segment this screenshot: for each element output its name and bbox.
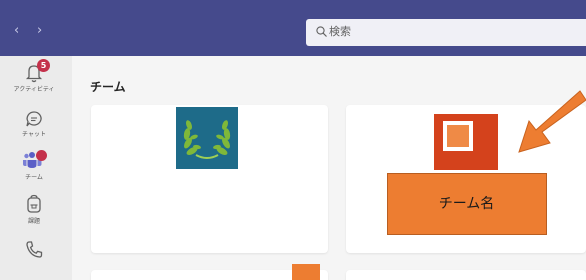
search-input[interactable]: 検索 xyxy=(306,19,586,46)
rail-label-assignments: 課題 xyxy=(27,218,40,225)
app-rail: 5 アクティビティ チャット チーム 課題 xyxy=(0,56,72,280)
team-avatar xyxy=(176,107,238,169)
search-placeholder: 検索 xyxy=(329,25,351,38)
rail-label-activity: アクティビティ xyxy=(13,86,55,93)
team-icon-square xyxy=(443,121,473,151)
team-name-callout: チーム名 xyxy=(387,173,547,235)
pointer-arrow-icon xyxy=(518,90,586,153)
arrow-stub xyxy=(292,264,320,280)
team-icon-highlight xyxy=(434,114,498,170)
phone-icon xyxy=(26,241,43,258)
title-bar: ‹ › 検索 xyxy=(0,0,586,56)
activity-badge: 5 xyxy=(37,59,50,72)
rail-item-activity[interactable]: 5 アクティビティ xyxy=(0,58,72,98)
callout-label: チーム名 xyxy=(438,196,495,212)
rail-label-teams: チーム xyxy=(25,174,43,181)
page-title: チーム xyxy=(90,80,126,94)
rail-item-assignments[interactable]: 課題 xyxy=(0,190,72,230)
rail-item-chat[interactable]: チャット xyxy=(0,104,72,142)
search-icon xyxy=(316,26,327,37)
backpack-icon xyxy=(27,194,41,213)
team-card[interactable] xyxy=(346,270,586,280)
laurel-icon xyxy=(183,120,231,159)
rail-item-teams[interactable]: チーム xyxy=(0,146,72,186)
rail-label-chat: チャット xyxy=(22,131,46,138)
forward-button[interactable]: › xyxy=(37,24,42,38)
chat-icon xyxy=(26,111,42,127)
back-button[interactable]: ‹ xyxy=(14,24,19,38)
teams-badge xyxy=(36,150,47,161)
rail-item-calls[interactable] xyxy=(0,236,72,276)
